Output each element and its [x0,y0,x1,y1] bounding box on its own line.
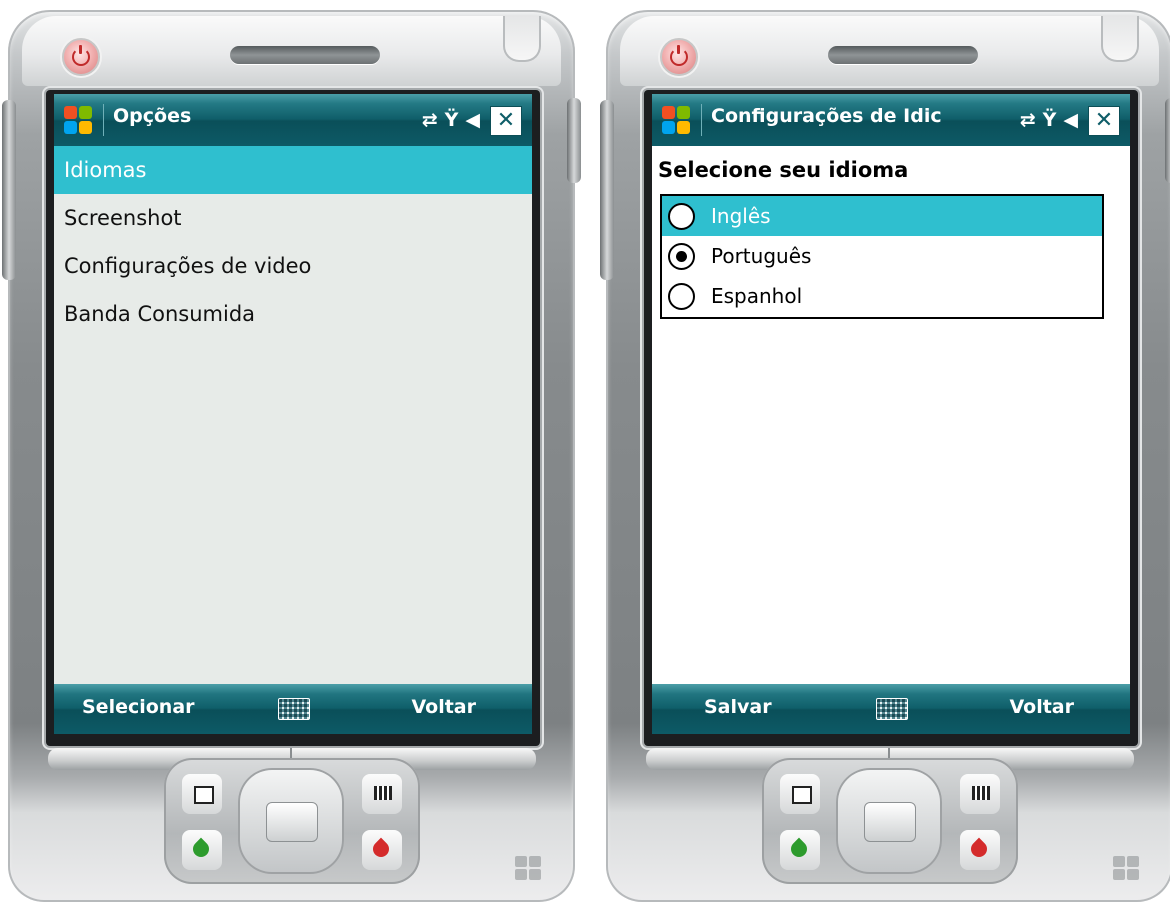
screen: Configurações de Idic ⇄ Ÿ ◀ ✕ Selecione … [652,94,1130,734]
title-bar: Configurações de Idic ⇄ Ÿ ◀ ✕ [652,94,1130,146]
list-item-screenshot[interactable]: Screenshot [54,194,532,242]
device-top-band [620,16,1159,86]
phone-green-icon [189,837,213,861]
softkey-bar: Selecionar Voltar [54,684,532,734]
dpad-center-button[interactable] [266,802,318,842]
side-button-right[interactable] [567,98,581,183]
keyboard-icon[interactable] [278,698,310,720]
window-title: Opções [113,105,192,127]
radio-label: Português [711,244,812,268]
keyboard-icon[interactable] [876,698,908,720]
calendar-icon [374,786,392,800]
start-menu-windows-icon[interactable] [662,106,692,136]
options-list: Idiomas Screenshot Configurações de vide… [54,146,532,338]
radio-option-ingles[interactable]: Inglês [662,196,1102,236]
title-separator [103,104,104,136]
softkey-select[interactable]: Selecionar [82,696,195,718]
softkey-save[interactable]: Salvar [704,696,772,718]
speaker-icon[interactable]: ◀ [465,109,480,131]
power-button[interactable] [660,38,698,76]
contacts-icon [792,786,812,804]
radio-dot [676,251,687,262]
side-button-left[interactable] [600,100,614,280]
hardware-keypad [762,758,1018,884]
device-right: Configurações de Idic ⇄ Ÿ ◀ ✕ Selecione … [600,10,1170,902]
screen-bezel: Opções ⇄ Ÿ ◀ ✕ Idiomas Screenshot Config… [46,90,540,746]
screen-bezel: Configurações de Idic ⇄ Ÿ ◀ ✕ Selecione … [644,90,1138,746]
call-key[interactable] [780,830,820,870]
windows-logo-icon [1113,856,1143,884]
dpad-ring[interactable] [238,768,344,874]
radio-unchecked-icon[interactable] [668,203,695,230]
earpiece-speaker [230,46,380,64]
power-button[interactable] [62,38,100,76]
list-item-video-settings[interactable]: Configurações de video [54,242,532,290]
softkey-back[interactable]: Voltar [411,696,476,718]
side-button-right[interactable] [1165,98,1170,183]
contacts-icon [194,786,214,804]
radio-option-portugues[interactable]: Português [662,236,1102,276]
screen: Opções ⇄ Ÿ ◀ ✕ Idiomas Screenshot Config… [54,94,532,734]
dpad-center-button[interactable] [864,802,916,842]
radio-label: Inglês [711,204,771,228]
status-icons: ⇄ Ÿ ◀ [422,107,480,133]
list-item-bandwidth[interactable]: Banda Consumida [54,290,532,338]
end-call-key[interactable] [960,830,1000,870]
phone-red-icon [967,837,991,861]
calendar-icon [972,786,990,800]
stylus-slot [1101,16,1139,62]
close-button[interactable]: ✕ [490,106,522,136]
no-signal-icon[interactable]: Ÿ [445,109,459,131]
window-title: Configurações de Idic [711,105,942,127]
connectivity-icon[interactable]: ⇄ [422,109,438,131]
radio-checked-icon[interactable] [668,243,695,270]
call-key[interactable] [182,830,222,870]
start-menu-windows-icon[interactable] [64,106,94,136]
power-icon [72,45,90,66]
hardware-keypad [164,758,420,884]
language-heading: Selecione seu idioma [658,158,909,182]
dpad-ring[interactable] [836,768,942,874]
close-button[interactable]: ✕ [1088,106,1120,136]
phone-green-icon [787,837,811,861]
radio-option-espanhol[interactable]: Espanhol [662,276,1102,316]
calendar-key[interactable] [960,774,1000,814]
softkey-back[interactable]: Voltar [1009,696,1074,718]
title-separator [701,104,702,136]
contacts-key[interactable] [182,774,222,814]
phone-red-icon [369,837,393,861]
list-item-idiomas[interactable]: Idiomas [54,146,532,194]
side-button-left[interactable] [2,100,16,280]
calendar-key[interactable] [362,774,402,814]
title-bar: Opções ⇄ Ÿ ◀ ✕ [54,94,532,146]
earpiece-speaker [828,46,978,64]
windows-logo-icon [515,856,545,884]
softkey-bar: Salvar Voltar [652,684,1130,734]
speaker-icon[interactable]: ◀ [1063,109,1078,131]
radio-label: Espanhol [711,284,803,308]
contacts-key[interactable] [780,774,820,814]
connectivity-icon[interactable]: ⇄ [1020,109,1036,131]
status-icons: ⇄ Ÿ ◀ [1020,107,1078,133]
power-icon [670,45,688,66]
stylus-slot [503,16,541,62]
radio-unchecked-icon[interactable] [668,283,695,310]
end-call-key[interactable] [362,830,402,870]
no-signal-icon[interactable]: Ÿ [1043,109,1057,131]
device-top-band [22,16,561,86]
language-radio-group: Inglês Português Espanhol [660,194,1104,319]
device-left: Opções ⇄ Ÿ ◀ ✕ Idiomas Screenshot Config… [2,10,581,902]
